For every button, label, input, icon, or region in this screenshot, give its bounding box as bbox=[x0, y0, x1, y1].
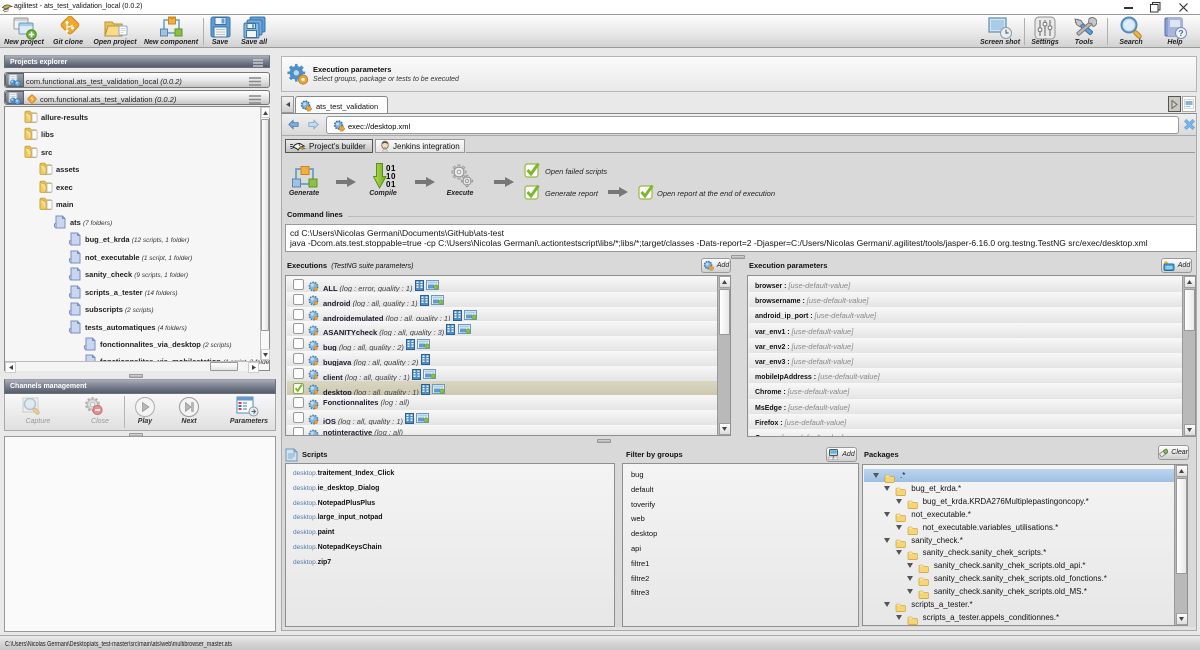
svg-text:?: ? bbox=[1178, 28, 1183, 38]
svg-text:01: 01 bbox=[386, 180, 396, 189]
